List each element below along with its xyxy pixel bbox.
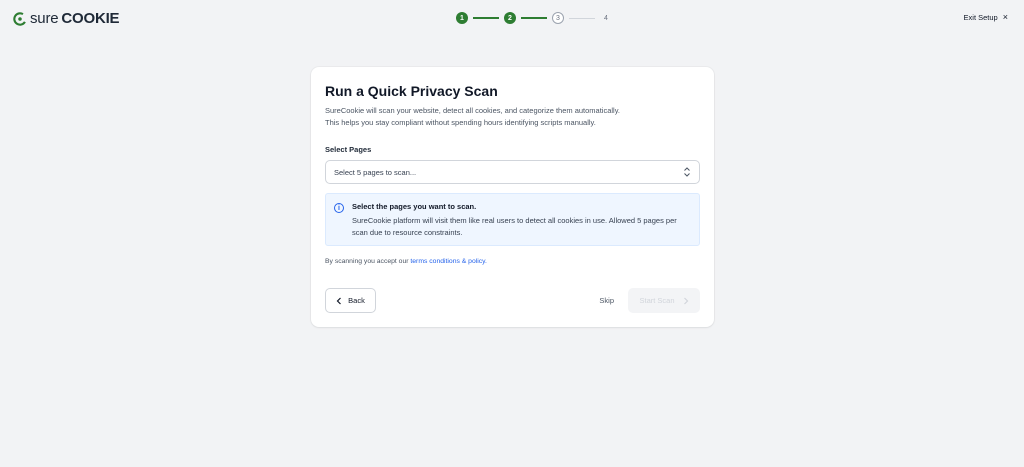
info-icon: i xyxy=(334,203,344,213)
start-scan-button[interactable]: Start Scan xyxy=(628,288,700,313)
terms-link[interactable]: terms conditions & policy. xyxy=(410,258,487,265)
select-pages-placeholder: Select 5 pages to scan... xyxy=(334,167,417,177)
description: SureCookie will scan your website, detec… xyxy=(325,105,700,129)
terms-prefix: By scanning you accept our xyxy=(325,258,411,265)
step-connector xyxy=(521,17,547,19)
step-3: 3 xyxy=(552,12,564,24)
privacy-scan-card: Run a Quick Privacy Scan SureCookie will… xyxy=(311,67,714,327)
close-icon: × xyxy=(1002,12,1008,22)
start-scan-label: Start Scan xyxy=(639,296,675,305)
logo-text-cookie: COOKIE xyxy=(61,10,120,27)
back-button[interactable]: Back xyxy=(325,288,376,313)
chevron-right-icon xyxy=(683,297,688,304)
description-line-1: SureCookie will scan your website, detec… xyxy=(325,106,621,115)
card-actions: Back Skip Start Scan xyxy=(325,288,700,313)
setup-stepper: 1 2 3 4 xyxy=(456,12,612,24)
terms-notice: By scanning you accept our terms conditi… xyxy=(325,258,700,265)
logo-text-sure: SURE xyxy=(30,10,59,27)
chevron-up-down-icon xyxy=(684,167,690,177)
exit-setup-button[interactable]: Exit Setup × xyxy=(963,12,1008,23)
description-line-2: This helps you stay compliant without sp… xyxy=(325,118,596,127)
exit-setup-label: Exit Setup xyxy=(963,13,998,22)
skip-button[interactable]: Skip xyxy=(599,296,614,305)
surecookie-logo-icon xyxy=(13,11,27,26)
step-2: 2 xyxy=(504,12,516,24)
step-connector xyxy=(569,17,595,19)
back-label: Back xyxy=(348,296,365,305)
info-callout: i Select the pages you want to scan. Sur… xyxy=(325,193,700,246)
info-title: Select the pages you want to scan. xyxy=(352,202,477,211)
page-title: Run a Quick Privacy Scan xyxy=(325,83,498,99)
logo: SURE COOKIE xyxy=(13,10,120,27)
select-pages-label: Select Pages xyxy=(325,145,372,154)
step-4: 4 xyxy=(604,14,608,22)
info-text: SureCookie platform will visit them like… xyxy=(352,216,677,237)
step-1: 1 xyxy=(456,12,468,24)
chevron-left-icon xyxy=(336,297,342,304)
select-pages-dropdown[interactable]: Select 5 pages to scan... xyxy=(325,160,700,184)
step-connector xyxy=(473,17,499,19)
